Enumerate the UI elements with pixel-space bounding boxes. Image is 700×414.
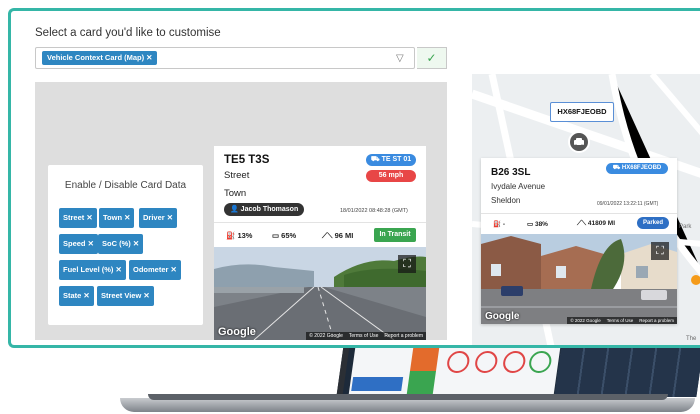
road-icon: ⟋⟍ bbox=[577, 220, 588, 227]
report-problem-link[interactable]: Report a problem bbox=[636, 318, 677, 323]
toggle-fuel-level[interactable]: Fuel Level (%) ✕ bbox=[59, 260, 126, 280]
fuel-pump-icon: ⛽ bbox=[226, 231, 238, 240]
street-view-footer: © 2022 Google Terms of Use Report a proble… bbox=[567, 317, 677, 324]
fuel-stat: ⛽ 13% bbox=[226, 231, 253, 240]
toggle-state[interactable]: State ✕ bbox=[59, 286, 94, 306]
toggle-soc[interactable]: SoC (%) ✕ bbox=[98, 234, 144, 254]
copyright-text: © 2022 Google bbox=[309, 333, 343, 339]
report-problem-link[interactable]: Report a problem bbox=[381, 333, 426, 339]
card-select[interactable]: Vehicle Context Card (Map) ✕ ▽ bbox=[35, 47, 415, 69]
terms-link[interactable]: Terms of Use bbox=[346, 333, 381, 339]
selected-card-chip[interactable]: Vehicle Context Card (Map) ✕ bbox=[42, 51, 158, 65]
divider bbox=[481, 213, 677, 214]
fuel-stat: ⛽ - bbox=[493, 221, 506, 228]
speed-badge: 56 mph bbox=[366, 170, 416, 182]
soc-stat: ▭ 38% bbox=[527, 221, 548, 228]
vehicle-street: Street bbox=[224, 170, 250, 181]
toggle-town[interactable]: Town ✕ bbox=[99, 208, 135, 228]
fuel-pump-icon: ⛽ bbox=[493, 221, 503, 228]
vehicle-registration: TE5 T3S bbox=[224, 154, 270, 166]
toggle-speed[interactable]: Speed ✕ bbox=[59, 234, 98, 254]
vehicle-timestamp: 18/01/2022 08:48:28 (GMT) bbox=[340, 208, 408, 214]
status-badge: In Transit bbox=[374, 228, 416, 242]
fullscreen-icon[interactable]: ⛶ bbox=[398, 255, 416, 273]
chevron-down-icon[interactable]: ▽ bbox=[396, 53, 404, 64]
street-view-footer: © 2022 Google Terms of Use Report a proble… bbox=[306, 332, 426, 340]
toggle-street-view[interactable]: Street View ✕ bbox=[97, 286, 154, 306]
map-label-park: Park bbox=[679, 224, 692, 230]
screenshot: Select a card you'd like to customise Ve… bbox=[0, 0, 700, 414]
vehicle-timestamp: 09/01/2022 13:22:11 (GMT) bbox=[597, 201, 659, 207]
street-view-image[interactable]: Google © 2022 Google Terms of Use Report a… bbox=[481, 234, 677, 324]
user-icon: 👤 bbox=[230, 206, 241, 213]
toggle-driver[interactable]: Driver ✕ bbox=[139, 208, 178, 228]
vehicle-group-badge: ⛟ HX68FJEOBD bbox=[606, 163, 668, 174]
fullscreen-icon[interactable]: ⛶ bbox=[651, 242, 669, 260]
car-marker-icon[interactable] bbox=[568, 131, 590, 153]
vehicle-registration-pill[interactable]: HX68FJEOBD bbox=[550, 102, 614, 122]
vehicle-registration: B26 3SL bbox=[491, 167, 531, 178]
battery-icon: ▭ bbox=[272, 231, 282, 240]
laptop-screen bbox=[336, 345, 700, 397]
laptop-base bbox=[120, 398, 695, 412]
truck-icon: ⛟ bbox=[612, 165, 622, 171]
vehicle-town: Town bbox=[224, 188, 247, 199]
toggle-street[interactable]: Street ✕ bbox=[59, 208, 97, 228]
map-label-the: The bbox=[686, 336, 697, 342]
divider bbox=[214, 222, 426, 223]
laptop-hinge bbox=[148, 394, 668, 400]
toggle-odometer[interactable]: Odometer ✕ bbox=[129, 260, 181, 280]
vehicle-context-card: B26 3SL ⛟ HX68FJEOBD Ivydale Avenue Shel… bbox=[481, 158, 677, 324]
road-icon: ⟋⟍ bbox=[322, 231, 335, 240]
card-customiser-panel: Select a card you'd like to customise Ve… bbox=[8, 8, 700, 348]
vehicle-card: TE5 T3S ⛟ TE ST 01 56 mph Street Town 👤 … bbox=[214, 146, 426, 340]
card-select-label: Select a card you'd like to customise bbox=[35, 27, 221, 39]
vehicle-group-badge: ⛟ TE ST 01 bbox=[366, 154, 416, 166]
toggles-title: Enable / Disable Card Data bbox=[64, 180, 187, 191]
odometer-stat: ⟋⟍ 41809 MI bbox=[577, 220, 616, 227]
street-view-image[interactable]: Google © 2022 Google Terms of Use Report a… bbox=[214, 247, 426, 340]
confirm-button[interactable]: ✓ bbox=[417, 47, 447, 69]
google-logo: Google bbox=[485, 311, 520, 322]
terms-link[interactable]: Terms of Use bbox=[604, 318, 637, 323]
vehicle-street: Ivydale Avenue bbox=[491, 182, 546, 191]
driver-badge: 👤 Jacob Thomason bbox=[224, 203, 305, 216]
odometer-stat: ⟋⟍ 96 MI bbox=[322, 231, 354, 240]
card-preview: Enable / Disable Card Data Street ✕ Town… bbox=[35, 82, 447, 340]
card-data-toggles: Enable / Disable Card Data Street ✕ Town… bbox=[48, 165, 203, 325]
soc-stat: ▭ 65% bbox=[272, 231, 297, 240]
battery-icon: ▭ bbox=[527, 221, 535, 228]
status-badge: Parked bbox=[637, 217, 669, 229]
google-logo: Google bbox=[218, 326, 256, 338]
vehicle-town: Sheldon bbox=[491, 196, 521, 205]
copyright-text: © 2022 Google bbox=[570, 318, 601, 323]
map-view[interactable]: Park The HX68FJEOBD B26 3SL ⛟ HX68FJEOBD… bbox=[472, 74, 700, 345]
truck-icon: ⛟ bbox=[370, 156, 382, 163]
